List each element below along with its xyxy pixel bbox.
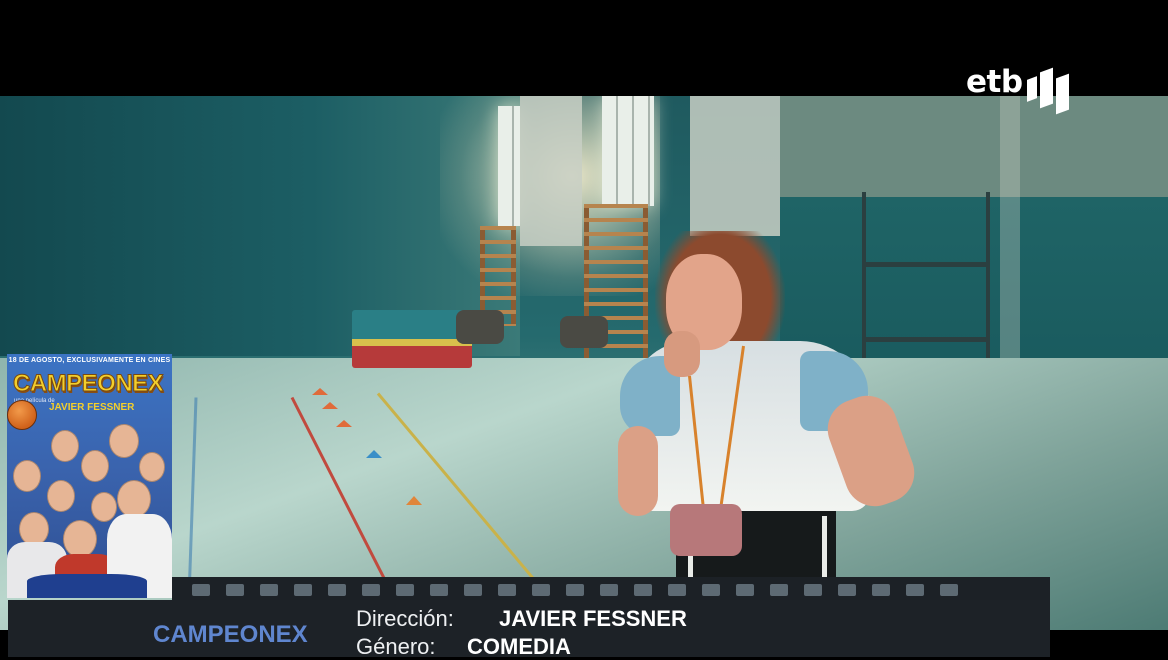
gym-mat bbox=[352, 310, 472, 368]
filmstrip-hole bbox=[838, 584, 856, 596]
poster-face bbox=[117, 480, 151, 518]
video-frame bbox=[0, 96, 1168, 630]
poster-face bbox=[91, 492, 117, 522]
filmstrip-hole bbox=[600, 584, 618, 596]
filmstrip-hole bbox=[702, 584, 720, 596]
filmstrip-hole bbox=[328, 584, 346, 596]
filmstrip-hole bbox=[634, 584, 652, 596]
filmstrip-hole bbox=[464, 584, 482, 596]
direction-value: JAVIER FESSNER bbox=[499, 606, 687, 631]
filmstrip-hole bbox=[226, 584, 244, 596]
girl-hand bbox=[664, 331, 700, 377]
filmstrip-hole bbox=[668, 584, 686, 596]
filmstrip-hole bbox=[566, 584, 584, 596]
filmstrip-hole bbox=[362, 584, 380, 596]
girl-arm bbox=[618, 426, 658, 516]
filmstrip-hole bbox=[498, 584, 516, 596]
cone bbox=[336, 420, 352, 427]
poster-jersey bbox=[27, 574, 147, 598]
filmstrip-hole bbox=[906, 584, 924, 596]
filmstrip-hole bbox=[770, 584, 788, 596]
gym-window bbox=[498, 106, 520, 226]
pommel-horse bbox=[560, 316, 608, 348]
etb-logo-text: etb bbox=[966, 64, 1023, 100]
filmstrip-hole bbox=[430, 584, 448, 596]
filmstrip-hole bbox=[736, 584, 754, 596]
movie-title: CAMPEONEX bbox=[153, 621, 308, 648]
gym-pillar bbox=[690, 96, 785, 236]
poster-face bbox=[51, 430, 79, 462]
cone bbox=[322, 402, 338, 409]
movie-poster: 18 DE AGOSTO, EXCLUSIVAMENTE EN CINES CA… bbox=[7, 354, 172, 598]
poster-face bbox=[13, 460, 41, 492]
filmstrip-hole bbox=[260, 584, 278, 596]
cone bbox=[406, 496, 422, 505]
poster-face bbox=[81, 450, 109, 482]
etb-logo-mark bbox=[1026, 66, 1071, 116]
filmstrip-hole bbox=[532, 584, 550, 596]
filmstrip-hole bbox=[192, 584, 210, 596]
poster-title: CAMPEONEX bbox=[12, 370, 164, 398]
poster-face bbox=[19, 512, 49, 546]
poster-director: JAVIER FESSNER bbox=[49, 402, 135, 413]
etb-logo: etb bbox=[966, 64, 1071, 116]
poster-face bbox=[47, 480, 75, 512]
poster-face bbox=[109, 424, 139, 458]
cone bbox=[366, 450, 382, 458]
pommel-horse bbox=[456, 310, 504, 344]
filmstrip-hole bbox=[396, 584, 414, 596]
waist-bag bbox=[670, 504, 742, 556]
filmstrip-hole bbox=[294, 584, 312, 596]
genre-value: COMEDIA bbox=[467, 634, 571, 659]
filmstrip-hole bbox=[804, 584, 822, 596]
filmstrip-hole bbox=[872, 584, 890, 596]
poster-face bbox=[63, 520, 97, 558]
gym-window bbox=[602, 96, 654, 206]
wall-writing bbox=[122, 178, 252, 181]
cone bbox=[312, 388, 328, 395]
basketball-icon bbox=[7, 400, 37, 430]
genre-label: Género: bbox=[356, 634, 436, 659]
direction-label: Dirección: bbox=[356, 606, 454, 631]
gym-pillar bbox=[520, 96, 582, 246]
filmstrip-hole bbox=[940, 584, 958, 596]
poster-face bbox=[139, 452, 165, 482]
poster-date-line: 18 DE AGOSTO, EXCLUSIVAMENTE EN CINES bbox=[8, 357, 171, 364]
